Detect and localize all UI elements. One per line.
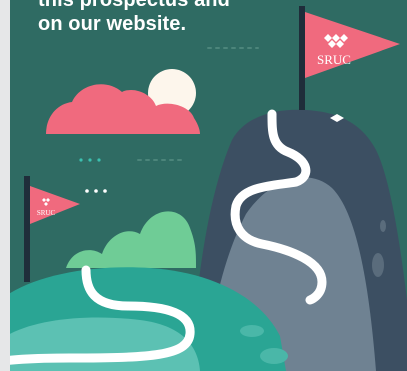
headline-text: this prospectus and on our website.	[38, 0, 230, 36]
large-flag-banner	[305, 12, 400, 78]
foreground-crater-2	[260, 348, 288, 364]
illustration-scene: SRUC SRUC	[10, 6, 407, 371]
prospectus-illustration-page: SRUC SRUC this prospectus and on our web…	[0, 0, 407, 371]
large-flag: SRUC	[299, 6, 400, 110]
illustration-panel: SRUC SRUC this prospectus and on our web…	[10, 0, 407, 371]
teal-dots	[79, 158, 101, 162]
large-flag-pole	[299, 6, 305, 110]
green-hill-shape	[66, 211, 196, 268]
small-flag-label: SRUC	[37, 209, 56, 217]
headline-line-1: this prospectus and	[38, 0, 230, 11]
small-flag-banner	[30, 186, 80, 224]
mountain-crater-2	[380, 220, 386, 232]
small-flag-pole	[24, 176, 30, 282]
white-dots	[85, 189, 107, 193]
mountain-crater-1	[372, 253, 384, 277]
foreground-crater-1	[240, 325, 264, 337]
large-flag-label: SRUC	[317, 52, 351, 67]
page-margin-strip	[0, 0, 10, 371]
headline-line-2: on our website.	[38, 13, 187, 35]
